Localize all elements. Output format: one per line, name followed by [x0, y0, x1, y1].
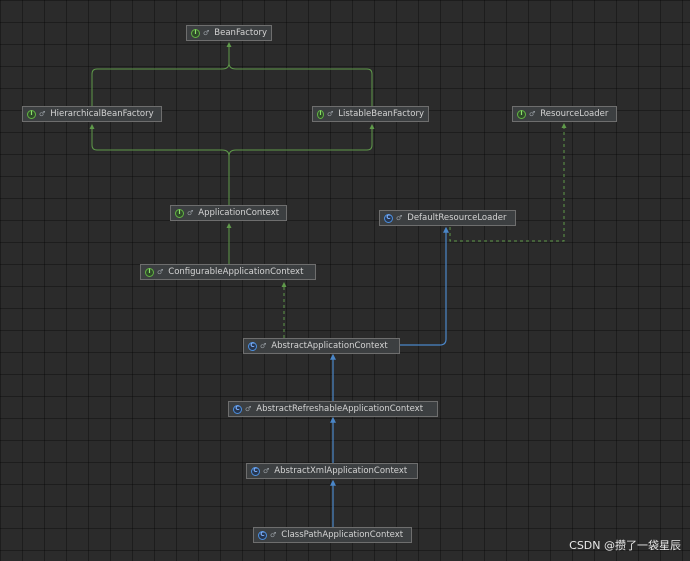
visibility-icon: ♂: [396, 214, 403, 222]
abstract-class-icon: C: [233, 404, 242, 414]
node-label: ClassPathApplicationContext: [281, 530, 404, 540]
node-resource-loader[interactable]: I ♂ ResourceLoader: [512, 106, 617, 122]
node-application-context[interactable]: I ♂ ApplicationContext: [170, 205, 287, 221]
node-abstract-xml-application-context[interactable]: C ♂ AbstractXmlApplicationContext: [246, 463, 418, 479]
node-label: ConfigurableApplicationContext: [168, 267, 304, 277]
node-label: ResourceLoader: [540, 109, 609, 119]
visibility-icon: ♂: [270, 531, 277, 539]
interface-icon: I: [191, 28, 200, 38]
visibility-icon: ♂: [245, 405, 252, 413]
interface-icon: I: [317, 109, 324, 119]
abstract-class-icon: C: [248, 341, 257, 351]
visibility-icon: ♂: [157, 268, 164, 276]
edge-hierarchical-listable-to-bean-factory: [91, 42, 373, 106]
node-abstract-refreshable-application-context[interactable]: C ♂ AbstractRefreshableApplicationContex…: [228, 401, 438, 417]
edge-abstract-application-context-to-default-resource-loader: [400, 226, 449, 346]
interface-icon: I: [145, 267, 154, 277]
node-label: BeanFactory: [214, 28, 267, 38]
node-label: DefaultResourceLoader: [407, 213, 507, 223]
node-label: AbstractXmlApplicationContext: [274, 466, 408, 476]
node-label: AbstractApplicationContext: [271, 341, 388, 351]
visibility-icon: ♂: [39, 110, 46, 118]
edge-application-context-to-bean-factories: [89, 124, 375, 205]
class-icon: C: [384, 213, 393, 223]
node-configurable-application-context[interactable]: I ♂ ConfigurableApplicationContext: [140, 264, 316, 280]
visibility-icon: ♂: [187, 209, 194, 217]
node-abstract-application-context[interactable]: C ♂ AbstractApplicationContext: [243, 338, 400, 354]
abstract-class-icon: C: [251, 466, 260, 476]
node-label: AbstractRefreshableApplicationContext: [256, 404, 424, 414]
interface-icon: I: [27, 109, 36, 119]
node-hierarchical-bean-factory[interactable]: I ♂ HierarchicalBeanFactory: [22, 106, 162, 122]
node-label: HierarchicalBeanFactory: [50, 109, 154, 119]
node-label: ApplicationContext: [198, 208, 280, 218]
interface-icon: I: [517, 109, 526, 119]
class-icon: C: [258, 530, 267, 540]
visibility-icon: ♂: [260, 342, 267, 350]
visibility-icon: ♂: [203, 29, 210, 37]
visibility-icon: ♂: [326, 110, 334, 118]
watermark: CSDN @攒了一袋星辰: [569, 539, 681, 552]
node-default-resource-loader[interactable]: C ♂ DefaultResourceLoader: [379, 210, 516, 226]
node-bean-factory[interactable]: I ♂ BeanFactory: [186, 25, 272, 41]
node-class-path-application-context[interactable]: C ♂ ClassPathApplicationContext: [253, 527, 412, 543]
node-listable-bean-factory[interactable]: I ♂ ListableBeanFactory: [312, 106, 429, 122]
visibility-icon: ♂: [263, 467, 270, 475]
interface-icon: I: [175, 208, 184, 218]
visibility-icon: ♂: [529, 110, 536, 118]
node-label: ListableBeanFactory: [338, 109, 424, 119]
